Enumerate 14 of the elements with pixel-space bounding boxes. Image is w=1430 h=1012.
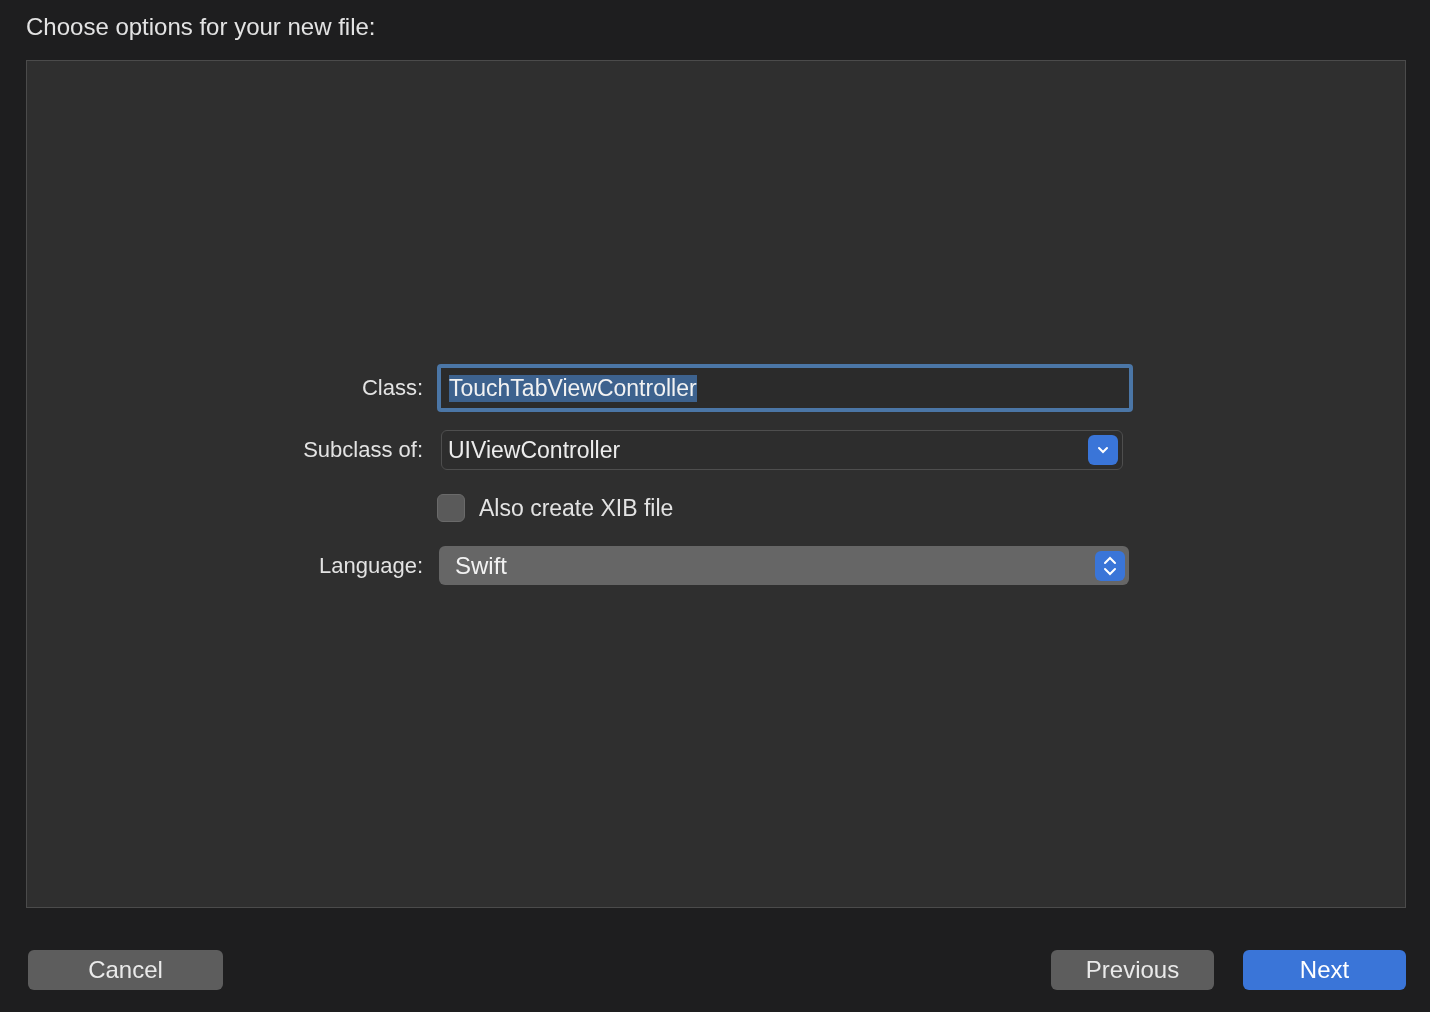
field-label: Class:	[361, 375, 423, 401]
dialog-heading: Choose options for your new file:	[26, 12, 377, 42]
field-label: Subclass of:	[303, 437, 423, 463]
dropdown-button[interactable]	[1088, 435, 1118, 465]
next-button[interactable]: Next	[1243, 950, 1406, 990]
checkbox-label: Also create XIB file	[479, 494, 674, 522]
field-label: Language:	[319, 552, 423, 579]
up-down-chevron-icon	[1095, 550, 1125, 581]
checkbox[interactable]	[437, 494, 465, 522]
class-name-field[interactable]: TouchTabViewController	[437, 364, 1133, 412]
cancel-button[interactable]: Cancel	[28, 950, 223, 990]
previous-button[interactable]: Previous	[1051, 950, 1214, 990]
chevron-down-icon	[1096, 445, 1110, 455]
language-popup-button[interactable]: Swift	[439, 546, 1129, 585]
